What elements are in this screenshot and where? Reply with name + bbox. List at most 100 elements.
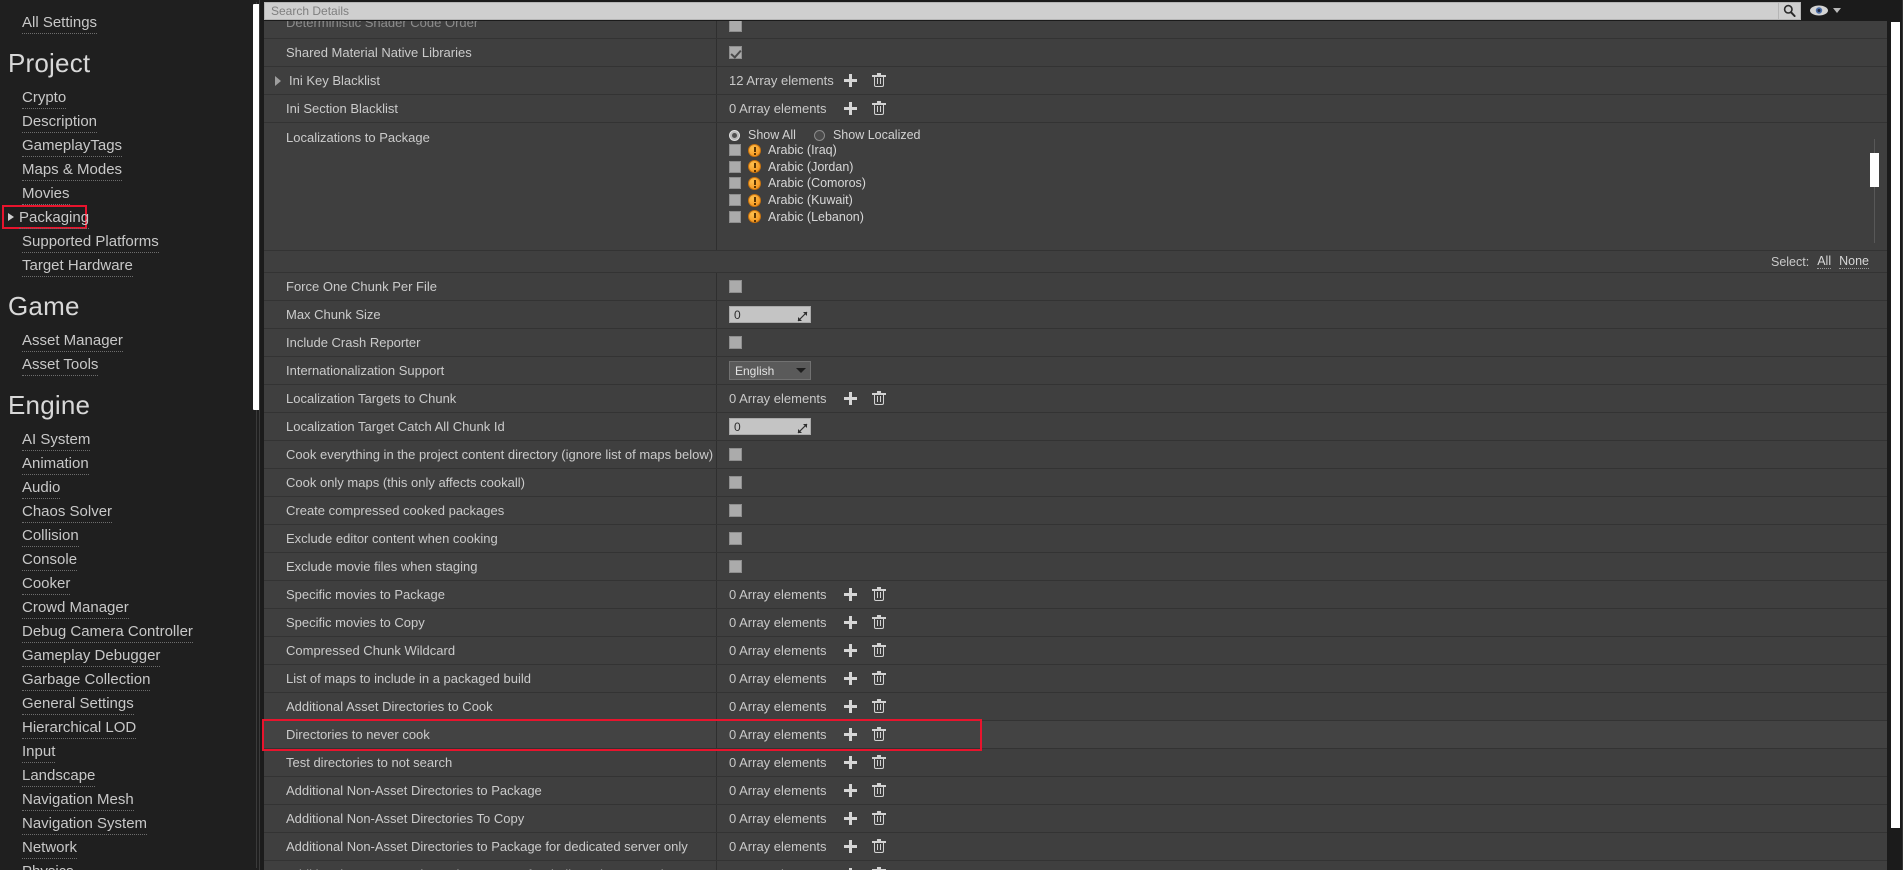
select-all-link[interactable]: All bbox=[1817, 254, 1832, 269]
sidebar-item-crypto[interactable]: Crypto bbox=[0, 85, 260, 109]
sidebar-item-debug-camera-controller[interactable]: Debug Camera Controller bbox=[0, 619, 260, 643]
visibility-eye-button[interactable] bbox=[1809, 2, 1841, 20]
search-icon[interactable] bbox=[1779, 1, 1801, 20]
delete-all-elements-icon[interactable] bbox=[872, 73, 886, 88]
checkbox[interactable] bbox=[729, 160, 741, 173]
sidebar-item-physics[interactable]: Physics bbox=[0, 859, 260, 870]
sidebar-item-input[interactable]: Input bbox=[0, 739, 260, 763]
checkbox-6[interactable] bbox=[729, 448, 742, 461]
delete-all-elements-icon[interactable] bbox=[872, 615, 886, 630]
number-input[interactable] bbox=[729, 306, 811, 323]
checkbox-9[interactable] bbox=[729, 532, 742, 545]
sidebar-item-packaging[interactable]: Packaging bbox=[2, 205, 90, 229]
add-element-icon[interactable] bbox=[843, 811, 858, 826]
sidebar-item-gameplaytags[interactable]: GameplayTags bbox=[0, 133, 260, 157]
localization-list-item[interactable]: Arabic (Comoros) bbox=[729, 175, 1887, 192]
radio-label[interactable]: Show All bbox=[748, 128, 796, 142]
select-none-link[interactable]: None bbox=[1839, 254, 1869, 269]
property-row[interactable]: Ini Key Blacklist 12 Array elements bbox=[264, 67, 1887, 95]
checkbox-partial[interactable] bbox=[729, 21, 742, 32]
sidebar-item-description[interactable]: Description bbox=[0, 109, 260, 133]
sidebar-item-maps-modes[interactable]: Maps & Modes bbox=[0, 157, 260, 181]
sidebar-item-all-settings[interactable]: All Settings bbox=[0, 10, 260, 34]
property-row[interactable]: Ini Section Blacklist 0 Array elements bbox=[264, 95, 1887, 123]
chevron-right-icon[interactable] bbox=[8, 213, 14, 221]
add-element-icon[interactable] bbox=[843, 783, 858, 798]
add-element-icon[interactable] bbox=[843, 839, 858, 854]
checkbox[interactable] bbox=[729, 210, 741, 223]
property-row[interactable]: Internationalization Support English bbox=[264, 357, 1887, 385]
add-element-icon[interactable] bbox=[843, 101, 858, 116]
localization-list-item[interactable]: Arabic (Lebanon) bbox=[729, 208, 1887, 225]
number-input[interactable] bbox=[729, 418, 811, 435]
property-row[interactable]: Directories to never cook 0 Array element… bbox=[264, 721, 1887, 749]
sidebar-item-network[interactable]: Network bbox=[0, 835, 260, 859]
property-row[interactable]: Include Crash Reporter bbox=[264, 329, 1887, 357]
delete-all-elements-icon[interactable] bbox=[872, 699, 886, 714]
add-element-icon[interactable] bbox=[843, 643, 858, 658]
dropdown-select[interactable]: English bbox=[729, 361, 811, 380]
property-row[interactable]: Cook only maps (this only affects cookal… bbox=[264, 469, 1887, 497]
add-element-icon[interactable] bbox=[843, 727, 858, 742]
checkbox-7[interactable] bbox=[729, 476, 742, 489]
delete-all-elements-icon[interactable] bbox=[872, 671, 886, 686]
delete-all-elements-icon[interactable] bbox=[872, 391, 886, 406]
property-row-partial[interactable]: Deterministic Shader Code Order bbox=[264, 21, 1887, 39]
sidebar-item-audio[interactable]: Audio bbox=[0, 475, 260, 499]
add-element-icon[interactable] bbox=[843, 671, 858, 686]
property-row[interactable]: Additional Non-Asset Directories To Copy… bbox=[264, 805, 1887, 833]
property-row[interactable]: Additional Non-Asset Directories to Pack… bbox=[264, 833, 1887, 861]
scrollbar-thumb[interactable] bbox=[1891, 22, 1900, 828]
sidebar-item-cooker[interactable]: Cooker bbox=[0, 571, 260, 595]
delete-all-elements-icon[interactable] bbox=[872, 643, 886, 658]
localization-list-item[interactable]: Arabic (Iraq) bbox=[729, 142, 1887, 159]
sidebar-item-gameplay-debugger[interactable]: Gameplay Debugger bbox=[0, 643, 260, 667]
property-row[interactable]: Create compressed cooked packages bbox=[264, 497, 1887, 525]
checkbox-8[interactable] bbox=[729, 504, 742, 517]
localization-list-item[interactable]: Arabic (Jordan) bbox=[729, 159, 1887, 176]
checkbox-0[interactable] bbox=[729, 280, 742, 293]
localization-list-scrollbar[interactable] bbox=[1870, 139, 1879, 243]
property-row[interactable]: Exclude movie files when staging bbox=[264, 553, 1887, 581]
property-row[interactable]: Additional Non-Asset Directories to Pack… bbox=[264, 777, 1887, 805]
chevron-down-icon[interactable] bbox=[1833, 8, 1841, 13]
add-element-icon[interactable] bbox=[843, 391, 858, 406]
property-row[interactable]: Localization Targets to Chunk 0 Array ele… bbox=[264, 385, 1887, 413]
checkbox[interactable] bbox=[729, 144, 741, 157]
checkbox[interactable] bbox=[729, 194, 741, 207]
delete-all-elements-icon[interactable] bbox=[872, 587, 886, 602]
property-row[interactable]: Max Chunk Size bbox=[264, 301, 1887, 329]
property-row[interactable]: List of maps to include in a packaged bu… bbox=[264, 665, 1887, 693]
sidebar-item-movies[interactable]: Movies bbox=[0, 181, 260, 205]
add-element-icon[interactable] bbox=[843, 615, 858, 630]
add-element-icon[interactable] bbox=[843, 587, 858, 602]
sidebar-item-navigation-system[interactable]: Navigation System bbox=[0, 811, 260, 835]
sidebar-item-general-settings[interactable]: General Settings bbox=[0, 691, 260, 715]
property-row[interactable]: Localization Target Catch All Chunk Id bbox=[264, 413, 1887, 441]
checkbox-0[interactable] bbox=[729, 46, 742, 59]
radio-show-localized[interactable] bbox=[813, 129, 825, 141]
delete-all-elements-icon[interactable] bbox=[872, 101, 886, 116]
property-row[interactable]: Shared Material Native Libraries bbox=[264, 39, 1887, 67]
sidebar-item-navigation-mesh[interactable]: Navigation Mesh bbox=[0, 787, 260, 811]
sidebar-item-hierarchical-lod[interactable]: Hierarchical LOD bbox=[0, 715, 260, 739]
property-row[interactable]: Test directories to not search 0 Array el… bbox=[264, 749, 1887, 777]
property-row[interactable]: Specific movies to Copy 0 Array elements bbox=[264, 609, 1887, 637]
sidebar-item-animation[interactable]: Animation bbox=[0, 451, 260, 475]
radio-show-all[interactable] bbox=[729, 129, 740, 141]
sidebar-item-collision[interactable]: Collision bbox=[0, 523, 260, 547]
sidebar-item-landscape[interactable]: Landscape bbox=[0, 763, 260, 787]
delete-all-elements-icon[interactable] bbox=[872, 755, 886, 770]
search-input[interactable] bbox=[264, 1, 1779, 20]
sidebar-item-supported-platforms[interactable]: Supported Platforms bbox=[0, 229, 260, 253]
sidebar-item-chaos-solver[interactable]: Chaos Solver bbox=[0, 499, 260, 523]
sidebar-item-target-hardware[interactable]: Target Hardware bbox=[0, 253, 260, 277]
delete-all-elements-icon[interactable] bbox=[872, 783, 886, 798]
sidebar-item-asset-tools[interactable]: Asset Tools bbox=[0, 352, 260, 376]
expand-arrow-icon[interactable] bbox=[274, 75, 283, 86]
delete-all-elements-icon[interactable] bbox=[872, 811, 886, 826]
property-row[interactable]: Additional Non-Asset Directories To Copy… bbox=[264, 861, 1887, 870]
delete-all-elements-icon[interactable] bbox=[872, 727, 886, 742]
add-element-icon[interactable] bbox=[843, 73, 858, 88]
property-row[interactable]: Cook everything in the project content d… bbox=[264, 441, 1887, 469]
